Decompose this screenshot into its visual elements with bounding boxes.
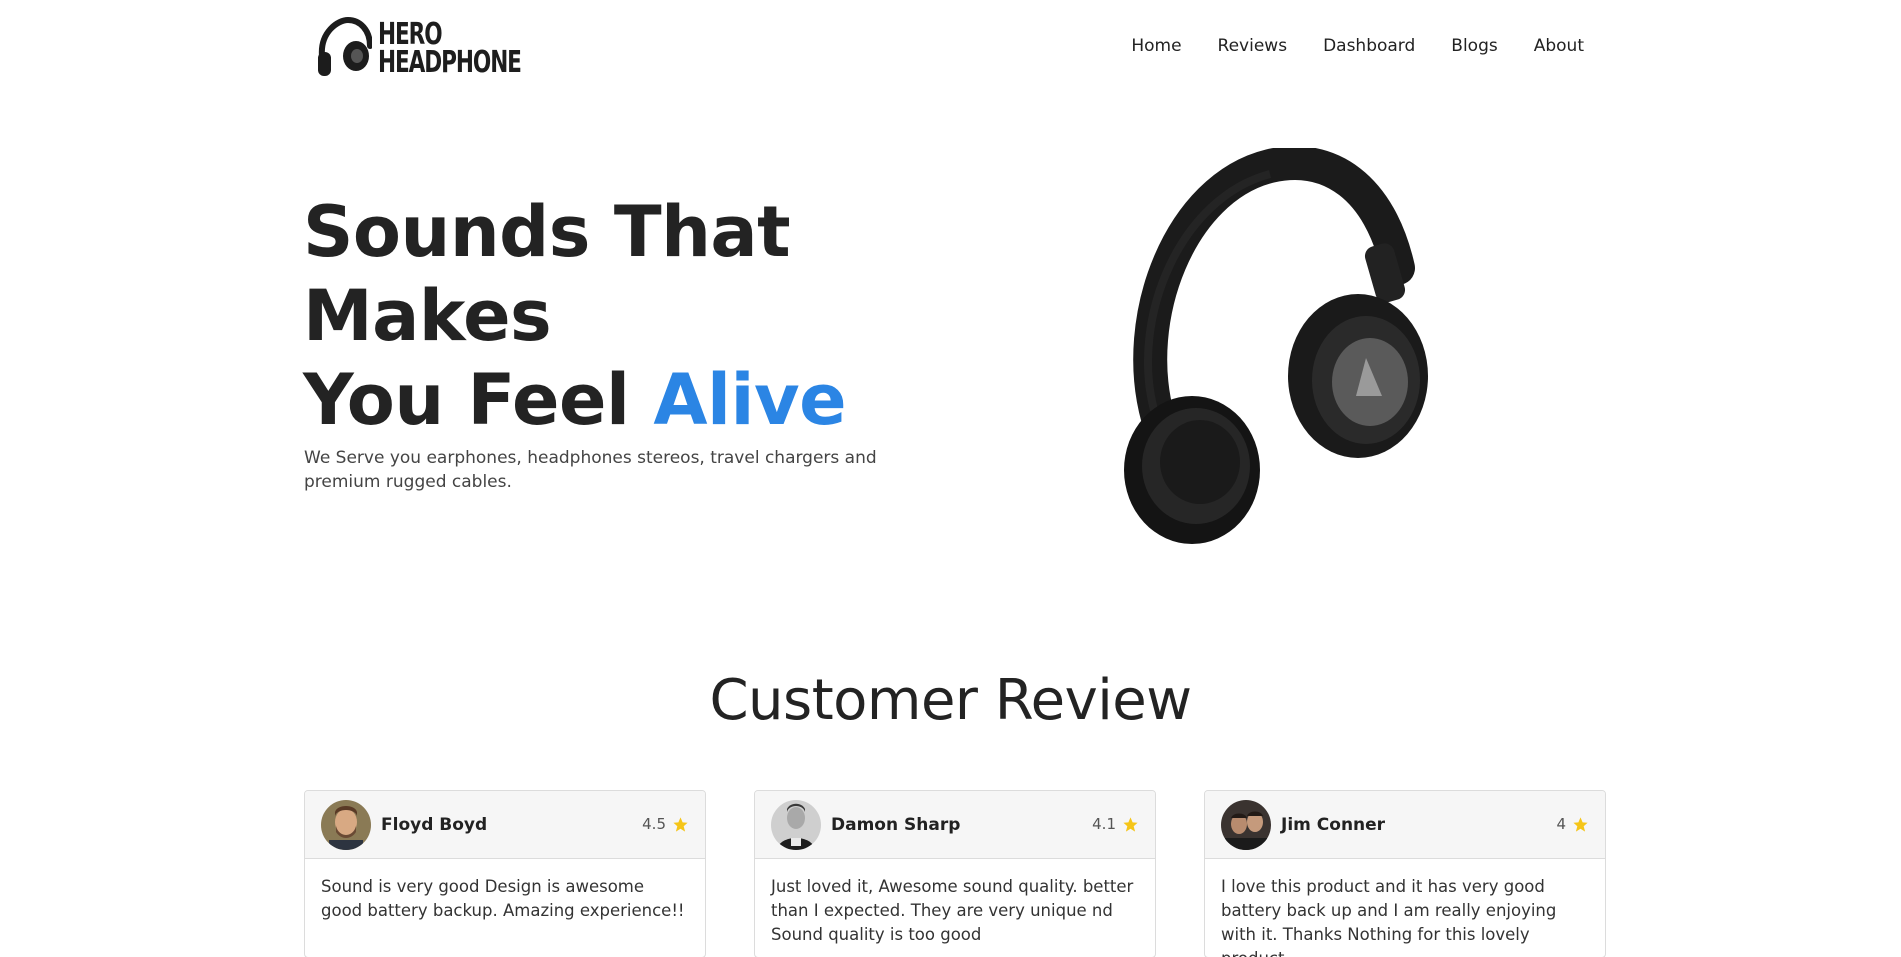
avatar: [771, 799, 821, 850]
brand-logo[interactable]: HERO HEADPHONE: [316, 16, 576, 82]
hero-title-line2: Makes: [303, 275, 552, 357]
rating: 4: [1556, 815, 1589, 833]
review-text: I love this product and it has very good…: [1221, 877, 1557, 957]
review-card-header: Jim Conner 4: [1205, 791, 1605, 859]
review-text: Sound is very good Design is awesome goo…: [321, 877, 685, 920]
nav-reviews[interactable]: Reviews: [1218, 36, 1288, 56]
review-text: Just loved it, Awesome sound quality. be…: [771, 877, 1134, 944]
review-card: Jim Conner 4 I love this product and it …: [1204, 790, 1606, 957]
review-cards: Floyd Boyd 4.5 Sound is very good Design…: [304, 790, 1606, 957]
hero-title-line1: Sounds That: [303, 191, 791, 273]
brand-line2: HEADPHONE: [378, 45, 522, 80]
headphone-logo-icon: [318, 16, 372, 76]
reviewer-name: Damon Sharp: [831, 814, 961, 835]
review-card-header: Damon Sharp 4.1: [755, 791, 1155, 859]
avatar: [321, 799, 371, 850]
site-header: HERO HEADPHONE Home Reviews Dashboard Bl…: [0, 0, 1901, 100]
headphone-product-image: [1124, 148, 1428, 544]
review-card: Floyd Boyd 4.5 Sound is very good Design…: [304, 790, 706, 957]
star-icon: [1573, 816, 1588, 832]
nav-about[interactable]: About: [1534, 36, 1584, 56]
review-card: Damon Sharp 4.1 Just loved it, Awesome s…: [754, 790, 1156, 957]
hero-title-line3-prefix: You Feel: [303, 359, 630, 441]
nav-home[interactable]: Home: [1131, 36, 1181, 56]
main-nav: Home Reviews Dashboard Blogs About: [1131, 36, 1584, 56]
nav-blogs[interactable]: Blogs: [1451, 36, 1497, 56]
brand-wordmark: HERO HEADPHONE: [378, 20, 522, 80]
rating: 4.1: [1092, 815, 1139, 833]
review-card-header: Floyd Boyd 4.5: [305, 791, 705, 859]
hero-subtitle: We Serve you earphones, headphones stere…: [304, 448, 877, 492]
section-title-customer-review: Customer Review: [709, 668, 1192, 733]
rating: 4.5: [642, 815, 689, 833]
star-icon: [1123, 816, 1138, 832]
reviewer-name: Floyd Boyd: [381, 814, 488, 835]
nav-dashboard[interactable]: Dashboard: [1323, 36, 1415, 56]
reviewer-name: Jim Conner: [1281, 814, 1386, 835]
rating-value: 4.1: [1092, 815, 1116, 833]
rating-value: 4.5: [642, 815, 666, 833]
hero-title: Sounds That Makes You Feel Alive: [303, 190, 847, 442]
avatar: [1221, 799, 1271, 850]
hero-title-accent: Alive: [653, 359, 847, 441]
star-icon: [673, 816, 688, 832]
rating-value: 4: [1556, 815, 1566, 833]
